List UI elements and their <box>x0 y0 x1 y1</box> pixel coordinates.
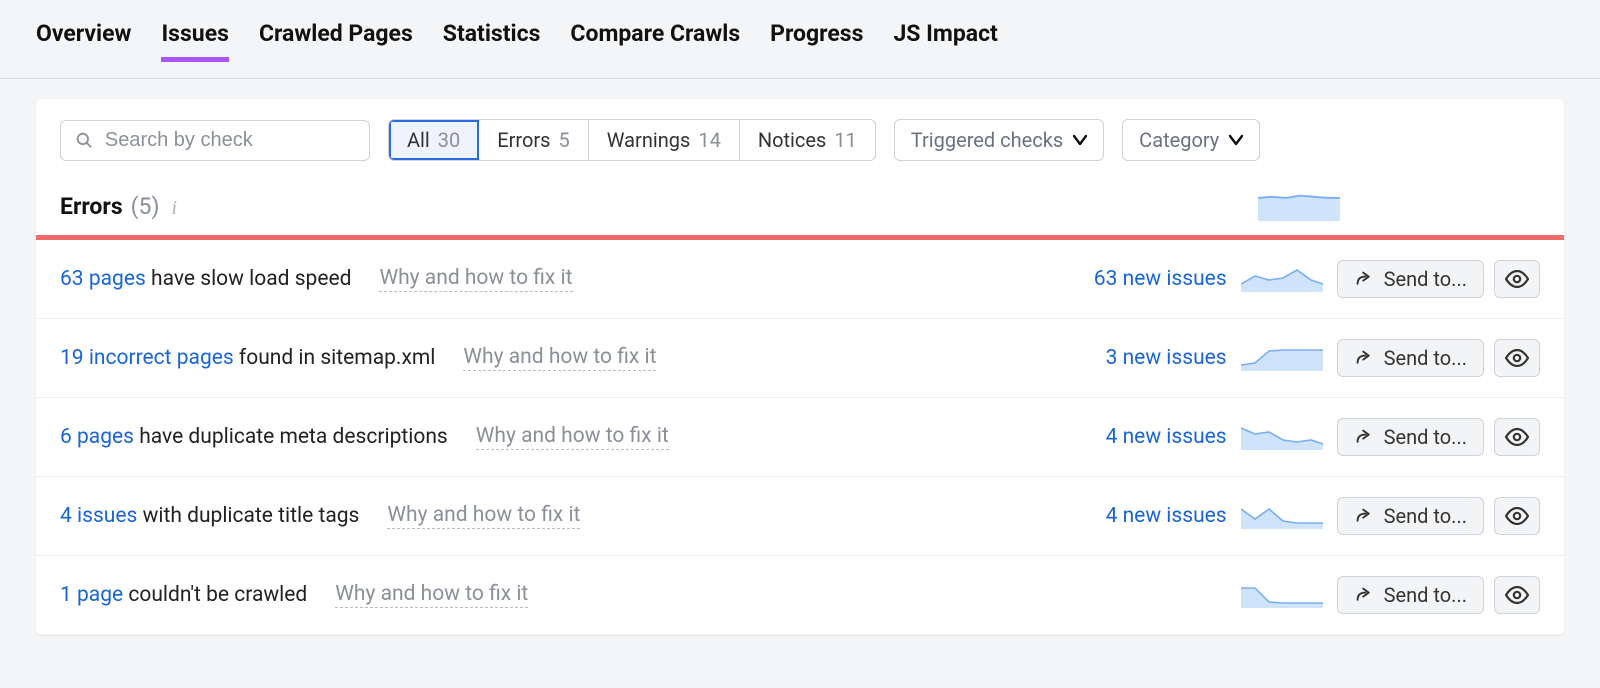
tab-statistics[interactable]: Statistics <box>443 20 541 62</box>
issue-text: 63 pages have slow load speed Why and ho… <box>60 266 1057 292</box>
new-issues-link[interactable]: 63 new issues <box>1057 267 1227 291</box>
eye-button[interactable] <box>1494 339 1540 377</box>
issue-rest: have duplicate meta descriptions <box>134 425 448 449</box>
tab-crawled-pages[interactable]: Crawled Pages <box>259 20 413 62</box>
toolbar: All 30 Errors 5 Warnings 14 Notices 11 T… <box>36 99 1564 181</box>
section-title: Errors <box>60 193 123 220</box>
send-icon <box>1354 429 1374 445</box>
send-icon <box>1354 508 1374 524</box>
tab-overview[interactable]: Overview <box>36 20 131 62</box>
send-to-button[interactable]: Send to... <box>1337 339 1484 377</box>
filter-notices[interactable]: Notices 11 <box>740 120 875 160</box>
filter-warnings-count: 14 <box>698 128 720 152</box>
why-how-link[interactable]: Why and how to fix it <box>379 266 572 292</box>
issue-link[interactable]: 1 page <box>60 583 123 607</box>
issue-rest: with duplicate title tags <box>137 504 359 528</box>
filter-errors[interactable]: Errors 5 <box>479 120 588 160</box>
why-how-link[interactable]: Why and how to fix it <box>476 424 669 450</box>
chevron-down-icon <box>1073 134 1087 146</box>
tab-progress[interactable]: Progress <box>770 20 863 62</box>
table-row: 4 issues with duplicate title tags Why a… <box>36 477 1564 556</box>
eye-icon <box>1505 349 1529 367</box>
send-to-label: Send to... <box>1384 425 1467 449</box>
issue-link[interactable]: 63 pages <box>60 267 146 291</box>
eye-icon <box>1505 507 1529 525</box>
filter-errors-count: 5 <box>559 128 570 152</box>
eye-button[interactable] <box>1494 260 1540 298</box>
row-sparkline <box>1241 345 1323 371</box>
send-to-label: Send to... <box>1384 583 1467 607</box>
why-how-link[interactable]: Why and how to fix it <box>387 503 580 529</box>
issue-rest: couldn't be crawled <box>123 583 307 607</box>
category-label: Category <box>1139 128 1219 152</box>
send-icon <box>1354 271 1374 287</box>
row-sparkline <box>1241 503 1323 529</box>
severity-filter: All 30 Errors 5 Warnings 14 Notices 11 <box>388 119 876 161</box>
table-row: 63 pages have slow load speed Why and ho… <box>36 240 1564 319</box>
filter-all[interactable]: All 30 <box>389 120 479 160</box>
table-row: 1 page couldn't be crawled Why and how t… <box>36 556 1564 635</box>
issue-text: 19 incorrect pages found in sitemap.xml … <box>60 345 1057 371</box>
why-how-link[interactable]: Why and how to fix it <box>463 345 656 371</box>
issues-panel: All 30 Errors 5 Warnings 14 Notices 11 T… <box>36 99 1564 635</box>
chevron-down-icon <box>1229 134 1243 146</box>
issue-text: 6 pages have duplicate meta descriptions… <box>60 424 1057 450</box>
row-sparkline <box>1241 266 1323 292</box>
send-to-button[interactable]: Send to... <box>1337 576 1484 614</box>
filter-notices-count: 11 <box>834 128 856 152</box>
issue-rest: found in sitemap.xml <box>234 346 436 370</box>
why-how-link[interactable]: Why and how to fix it <box>335 582 528 608</box>
issues-table: 63 pages have slow load speed Why and ho… <box>36 240 1564 635</box>
send-to-button[interactable]: Send to... <box>1337 418 1484 456</box>
top-tabs: Overview Issues Crawled Pages Statistics… <box>0 0 1600 79</box>
send-icon <box>1354 350 1374 366</box>
filter-warnings[interactable]: Warnings 14 <box>589 120 740 160</box>
info-icon[interactable]: i <box>171 197 177 220</box>
table-row: 6 pages have duplicate meta descriptions… <box>36 398 1564 477</box>
send-icon <box>1354 587 1374 603</box>
send-to-label: Send to... <box>1384 346 1467 370</box>
issue-link[interactable]: 19 incorrect pages <box>60 346 234 370</box>
filter-errors-label: Errors <box>497 128 550 152</box>
tab-js-impact[interactable]: JS Impact <box>893 20 997 62</box>
issue-text: 1 page couldn't be crawled Why and how t… <box>60 582 1057 608</box>
filter-warnings-label: Warnings <box>607 128 691 152</box>
eye-icon <box>1505 428 1529 446</box>
send-to-label: Send to... <box>1384 267 1467 291</box>
row-sparkline <box>1241 582 1323 608</box>
triggered-checks-label: Triggered checks <box>911 128 1063 152</box>
eye-button[interactable] <box>1494 418 1540 456</box>
filter-all-label: All <box>407 128 430 152</box>
issue-text: 4 issues with duplicate title tags Why a… <box>60 503 1057 529</box>
category-dropdown[interactable]: Category <box>1122 119 1260 161</box>
section-count: (5) <box>131 193 160 220</box>
eye-button[interactable] <box>1494 497 1540 535</box>
new-issues-link[interactable]: 3 new issues <box>1057 346 1227 370</box>
tab-issues[interactable]: Issues <box>161 20 228 62</box>
errors-section-header: Errors (5) i <box>36 181 1564 235</box>
new-issues-link[interactable]: 4 new issues <box>1057 425 1227 449</box>
eye-icon <box>1505 586 1529 604</box>
send-to-button[interactable]: Send to... <box>1337 260 1484 298</box>
issue-link[interactable]: 6 pages <box>60 425 134 449</box>
section-sparkline <box>1258 191 1340 221</box>
table-row: 19 incorrect pages found in sitemap.xml … <box>36 319 1564 398</box>
send-to-label: Send to... <box>1384 504 1467 528</box>
tab-compare-crawls[interactable]: Compare Crawls <box>570 20 740 62</box>
issue-link[interactable]: 4 issues <box>60 504 137 528</box>
triggered-checks-dropdown[interactable]: Triggered checks <box>894 119 1104 161</box>
new-issues-link[interactable]: 4 new issues <box>1057 504 1227 528</box>
row-sparkline <box>1241 424 1323 450</box>
send-to-button[interactable]: Send to... <box>1337 497 1484 535</box>
search-field[interactable] <box>60 120 370 161</box>
filter-all-count: 30 <box>438 128 460 152</box>
filter-notices-label: Notices <box>758 128 826 152</box>
search-icon <box>75 130 93 150</box>
search-input[interactable] <box>105 129 355 152</box>
issue-rest: have slow load speed <box>146 267 352 291</box>
eye-icon <box>1505 270 1529 288</box>
eye-button[interactable] <box>1494 576 1540 614</box>
